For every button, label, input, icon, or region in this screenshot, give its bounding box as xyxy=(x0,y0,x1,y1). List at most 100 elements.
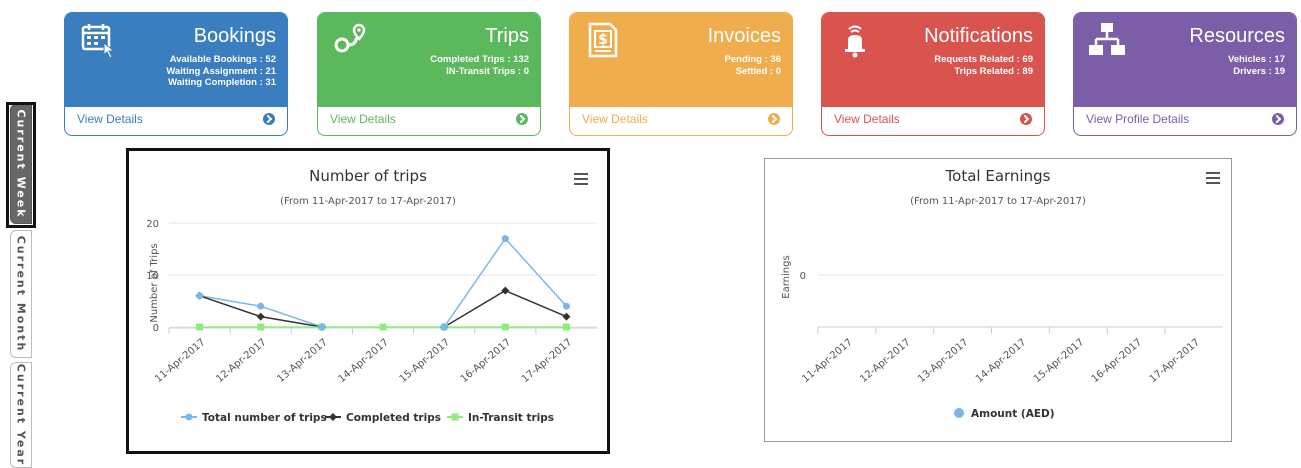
trips-chart: Number of trips (From 11-Apr-2017 to 17-… xyxy=(126,148,610,454)
card-stat-line: Waiting Assignment : 21 xyxy=(166,65,276,77)
card-stat-line: Available Bookings : 52 xyxy=(169,54,276,65)
link-text: View Details xyxy=(330,112,396,126)
card-stat-line: Waiting Completion : 31 xyxy=(168,77,276,88)
trips-chart-plot: 01020Number of Trips11-Apr-2017 12-Apr-20… xyxy=(146,219,597,424)
x-tick-label: 11-Apr-2017 xyxy=(800,337,854,385)
y-tick-label: 20 xyxy=(146,219,159,230)
arrow-circle-right-icon xyxy=(1020,113,1032,125)
link-text: View Details xyxy=(77,112,143,126)
card-header: Notifications Requests Related : 69 Trips … xyxy=(822,13,1044,107)
tab-current-month[interactable]: Current Month xyxy=(10,230,32,358)
legend-marker[interactable] xyxy=(185,413,193,421)
active-tab-outline xyxy=(6,102,36,228)
card-notifications: Notifications Requests Related : 69 Trips … xyxy=(821,12,1045,136)
card-stats: Vehicles : 17 Drivers : 19 xyxy=(1228,54,1285,77)
period-tabs: Current Week Current Month Current Year xyxy=(6,102,36,468)
card-resources: Resources Vehicles : 17 Drivers : 19 View P… xyxy=(1073,12,1297,136)
x-tick-label: 17-Apr-2017 xyxy=(520,337,574,385)
link-text: View Profile Details xyxy=(1086,112,1190,126)
data-point[interactable] xyxy=(196,292,204,300)
arrow-circle-right-icon xyxy=(516,113,528,125)
y-tick-label: 0 xyxy=(800,271,806,282)
x-tick-label: 12-Apr-2017 xyxy=(858,337,912,385)
data-point[interactable] xyxy=(562,312,571,321)
y-tick-label: 0 xyxy=(153,323,159,334)
y-axis-label: Earnings xyxy=(781,255,792,298)
card-title: Resources xyxy=(1189,25,1285,47)
x-tick-label: 16-Apr-2017 xyxy=(459,337,513,385)
card-header: $ Invoices Pending : 36 Settled : 0 xyxy=(570,13,792,107)
card-bookings: Bookings Available Bookings : 52 Waiting A… xyxy=(64,12,288,136)
data-point[interactable] xyxy=(562,302,570,310)
data-point[interactable] xyxy=(440,323,448,331)
data-point[interactable] xyxy=(379,323,387,331)
arrow-circle-right-icon xyxy=(1272,113,1284,125)
earnings-chart-plot: 0 Earnings 11-Apr-2017 12-Apr-2017 13-Apr-20… xyxy=(781,255,1223,420)
card-view-details-link[interactable]: View Details xyxy=(570,105,792,135)
card-stat-line: Pending : 36 xyxy=(724,54,781,65)
card-header: Bookings Available Bookings : 52 Waiting A… xyxy=(65,13,287,107)
calendar-cursor-icon xyxy=(79,21,117,59)
data-point[interactable] xyxy=(562,323,570,331)
legend-marker[interactable] xyxy=(954,408,964,418)
y-axis-label: Number of Trips xyxy=(149,243,160,322)
link-text: View Details xyxy=(834,112,900,126)
data-point[interactable] xyxy=(501,235,509,243)
card-view-details-link[interactable]: View Details xyxy=(318,105,540,135)
x-tick-label: 14-Apr-2017 xyxy=(336,337,390,385)
x-tick-label: 16-Apr-2017 xyxy=(1090,337,1144,385)
data-point[interactable] xyxy=(256,312,265,321)
arrow-circle-right-icon xyxy=(263,113,275,125)
card-title: Trips xyxy=(485,25,529,47)
arrow-circle-right-icon xyxy=(768,113,780,125)
legend-item[interactable]: Total number of trips xyxy=(202,412,327,424)
card-view-details-link[interactable]: View Details xyxy=(822,105,1044,135)
link-text: View Details xyxy=(582,112,648,126)
card-stat-line: Completed Trips : 132 xyxy=(430,54,529,65)
series-line xyxy=(199,289,567,328)
legend-item[interactable]: Completed trips xyxy=(346,412,441,424)
hierarchy-icon xyxy=(1088,21,1126,59)
card-stats: Pending : 36 Settled : 0 xyxy=(725,54,781,77)
data-point[interactable] xyxy=(257,323,265,331)
x-tick-label: 15-Apr-2017 xyxy=(398,337,452,385)
card-stats: Requests Related : 69 Trips Related : 89 xyxy=(934,54,1033,77)
card-invoices: $ Invoices Pending : 36 Settled : 0 View Det… xyxy=(569,12,793,136)
data-point[interactable] xyxy=(501,286,510,295)
x-tick-label: 14-Apr-2017 xyxy=(974,337,1028,385)
data-point[interactable] xyxy=(501,323,509,331)
x-tick-label: 11-Apr-2017 xyxy=(153,337,207,385)
legend-marker[interactable] xyxy=(329,413,337,421)
route-pin-icon xyxy=(332,21,370,59)
card-stats: Available Bookings : 52 Waiting Assignmen… xyxy=(166,54,276,89)
card-stat-line: Requests Related : 69 xyxy=(934,54,1033,65)
card-stat-line: Drivers : 19 xyxy=(1233,65,1285,77)
svg-text:$: $ xyxy=(598,32,608,48)
bell-signal-icon xyxy=(836,21,874,59)
x-tick-label: 13-Apr-2017 xyxy=(275,337,329,385)
card-title: Bookings xyxy=(193,25,276,47)
card-view-details-link[interactable]: View Profile Details xyxy=(1074,105,1296,135)
data-point[interactable] xyxy=(196,323,204,331)
card-view-details-link[interactable]: View Details xyxy=(65,105,287,135)
x-tick-label: 12-Apr-2017 xyxy=(214,337,268,385)
legend-item[interactable]: In-Transit trips xyxy=(468,412,554,424)
invoice-dollar-icon: $ xyxy=(584,21,622,59)
card-title: Invoices xyxy=(707,25,781,47)
tab-current-year[interactable]: Current Year xyxy=(10,362,32,468)
card-trips: Trips Completed Trips : 132 IN-Transit Tri… xyxy=(317,12,541,136)
legend-item[interactable]: Amount (AED) xyxy=(971,408,1055,420)
tab-label: Current Month xyxy=(14,235,28,353)
x-tick-label: 17-Apr-2017 xyxy=(1148,337,1202,385)
data-point[interactable] xyxy=(257,302,265,310)
card-stat-line: Settled : 0 xyxy=(735,65,781,77)
x-tick-label: 13-Apr-2017 xyxy=(916,337,970,385)
card-stat-line: Trips Related : 89 xyxy=(954,65,1033,77)
card-stat-line: IN-Transit Trips : 0 xyxy=(446,65,529,77)
legend-marker[interactable] xyxy=(451,413,459,421)
data-point[interactable] xyxy=(318,323,326,331)
tab-label: Current Year xyxy=(14,363,28,467)
card-header: Trips Completed Trips : 132 IN-Transit Tri… xyxy=(318,13,540,107)
earnings-chart: Total Earnings (From 11-Apr-2017 to 17-A… xyxy=(764,158,1232,442)
card-title: Notifications xyxy=(924,25,1033,47)
